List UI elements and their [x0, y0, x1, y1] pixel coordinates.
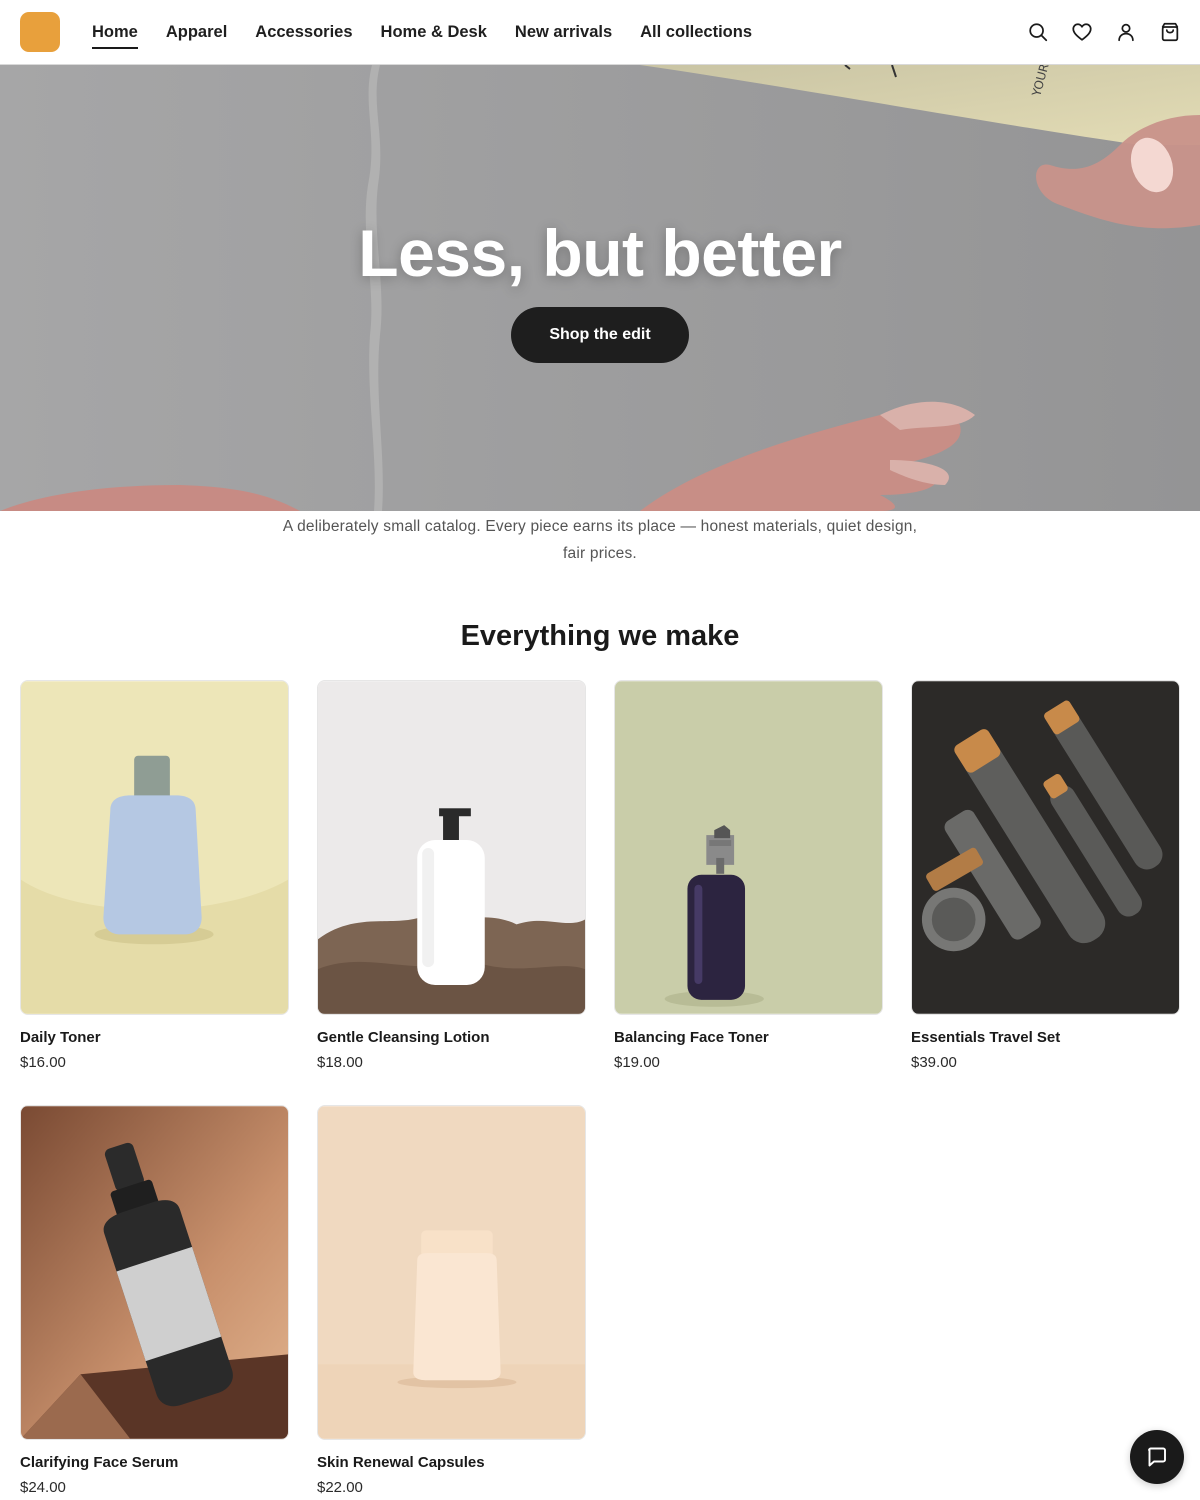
product-name: Essentials Travel Set	[911, 1029, 1061, 1046]
product-price: $18.00	[317, 1054, 363, 1071]
nav-item-home[interactable]: Home	[92, 0, 138, 64]
heart-icon[interactable]	[1070, 16, 1094, 48]
user-icon[interactable]	[1114, 16, 1138, 48]
shop-the-edit-button[interactable]: Shop the edit	[511, 307, 689, 363]
search-icon[interactable]	[1026, 16, 1050, 48]
nav-item-all-collections[interactable]: All collections	[640, 0, 752, 64]
product-price: $19.00	[614, 1054, 660, 1071]
product-name: Daily Toner	[20, 1029, 101, 1046]
section-title: Everything we make	[460, 620, 740, 652]
product-card-skin-renewal-capsules[interactable]: Skin Renewal Capsules $22.00	[317, 1105, 586, 1496]
intro-text: A deliberately small catalog. Every piec…	[282, 518, 918, 562]
product-price: $39.00	[911, 1054, 957, 1071]
product-card-gentle-cleansing-lotion[interactable]: Gentle Cleansing Lotion $18.00	[317, 680, 586, 1071]
product-image[interactable]	[20, 1105, 289, 1440]
product-image[interactable]	[614, 680, 883, 1015]
product-card-clarifying-face-serum[interactable]: Clarifying Face Serum $24.00	[20, 1105, 289, 1496]
store-logo[interactable]	[20, 12, 60, 52]
product-price: $24.00	[20, 1479, 66, 1496]
product-card-balancing-face-toner[interactable]: Balancing Face Toner $19.00	[614, 680, 883, 1071]
product-image[interactable]	[20, 680, 289, 1015]
nav-item-new-arrivals[interactable]: New arrivals	[515, 0, 612, 64]
product-image[interactable]	[911, 680, 1180, 1015]
bag-icon[interactable]	[1158, 16, 1182, 48]
product-card-daily-toner[interactable]: Daily Toner $16.00	[20, 680, 289, 1071]
product-price: $16.00	[20, 1054, 66, 1071]
header-actions	[1026, 16, 1182, 48]
hero-title: Less, but better	[358, 216, 842, 290]
product-card-essentials-travel-set[interactable]: Essentials Travel Set $39.00	[911, 680, 1180, 1071]
nav-item-accessories[interactable]: Accessories	[255, 0, 352, 64]
product-image[interactable]	[317, 1105, 586, 1440]
main-nav: Home Apparel Accessories Home & Desk New…	[92, 0, 752, 64]
product-name: Gentle Cleansing Lotion	[317, 1029, 490, 1046]
chat-icon	[1148, 1447, 1166, 1467]
site-header: Home Apparel Accessories Home & Desk New…	[0, 0, 1200, 65]
product-price: $22.00	[317, 1479, 363, 1496]
product-name: Balancing Face Toner	[614, 1029, 769, 1046]
product-name: Clarifying Face Serum	[20, 1454, 179, 1471]
nav-item-apparel[interactable]: Apparel	[166, 0, 227, 64]
nav-item-home-desk[interactable]: Home & Desk	[381, 0, 487, 64]
product-name: Skin Renewal Capsules	[317, 1454, 485, 1471]
hero-banner: YOUR Less, but better Shop the edit	[0, 65, 1200, 511]
chat-button[interactable]	[1130, 1430, 1184, 1484]
product-image[interactable]	[317, 680, 586, 1015]
